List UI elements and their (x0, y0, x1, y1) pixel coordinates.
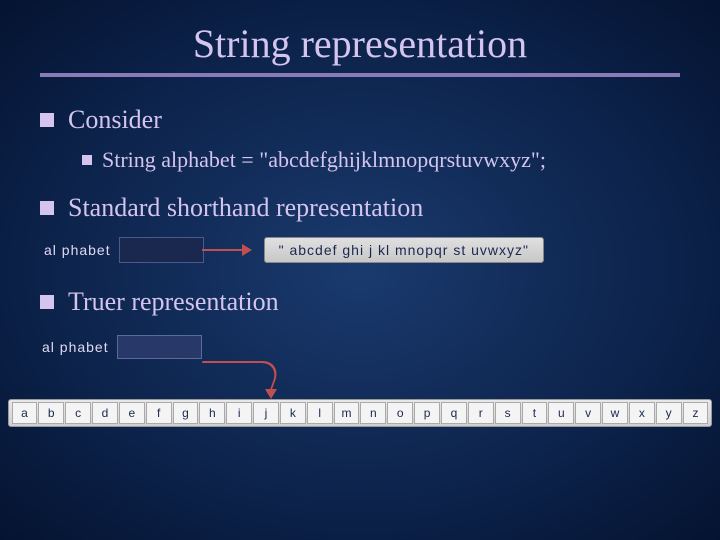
char-cell: j (253, 402, 279, 424)
char-cell: o (387, 402, 413, 424)
arrow-head-icon (265, 389, 277, 399)
char-cell: h (199, 402, 225, 424)
variable-label: al phabet (42, 339, 109, 355)
bullet-text: Standard shorthand representation (68, 193, 423, 223)
char-cell: u (548, 402, 574, 424)
title-underline (40, 73, 680, 77)
truer-diagram: al phabet (40, 335, 680, 397)
char-cell: f (146, 402, 172, 424)
char-cell: e (119, 402, 145, 424)
char-cell: c (65, 402, 91, 424)
char-cell: n (360, 402, 386, 424)
char-cell: w (602, 402, 628, 424)
bullet-truer: Truer representation (40, 287, 680, 317)
slide-title-area: String representation (0, 0, 720, 85)
bullet-text: Truer representation (68, 287, 279, 317)
char-cell: d (92, 402, 118, 424)
bullet-text: Consider (68, 105, 162, 135)
square-bullet-icon (40, 113, 54, 127)
slide-title: String representation (0, 20, 720, 67)
shorthand-diagram: al phabet " abcdef ghi j kl mnopqr st uv… (40, 237, 680, 263)
sub-bullet-code: String alphabet = "abcdefghijklmnopqrstu… (82, 147, 680, 173)
char-cell: p (414, 402, 440, 424)
char-cell: a (12, 402, 38, 424)
reference-arrow (197, 361, 680, 397)
variable-row: al phabet (42, 335, 680, 359)
code-text: String alphabet = "abcdefghijklmnopqrstu… (102, 147, 546, 173)
char-cell: g (173, 402, 199, 424)
char-cell: r (468, 402, 494, 424)
char-cell: v (575, 402, 601, 424)
char-cell: s (495, 402, 521, 424)
char-cell: b (38, 402, 64, 424)
char-cell: q (441, 402, 467, 424)
char-cell: t (522, 402, 548, 424)
char-cell: l (307, 402, 333, 424)
bullet-consider: Consider (40, 105, 680, 135)
square-bullet-small-icon (82, 155, 92, 165)
variable-label: al phabet (44, 242, 111, 258)
square-bullet-icon (40, 201, 54, 215)
char-cell: y (656, 402, 682, 424)
pointer-arrow-icon (242, 244, 252, 256)
square-bullet-icon (40, 295, 54, 309)
char-cell: k (280, 402, 306, 424)
bullet-standard: Standard shorthand representation (40, 193, 680, 223)
arrow-curve-icon (192, 361, 283, 391)
char-array-box: abcdefghijklmnopqrstuvwxyz (8, 399, 712, 427)
char-cell: i (226, 402, 252, 424)
char-cell: m (334, 402, 360, 424)
pointer-line-icon (202, 249, 242, 251)
char-cell: z (683, 402, 709, 424)
variable-box (119, 237, 204, 263)
slide-content: Consider String alphabet = "abcdefghijkl… (0, 85, 720, 397)
string-literal-box: " abcdef ghi j kl mnopqr st uvwxyz" (264, 237, 544, 263)
char-cell: x (629, 402, 655, 424)
variable-box (117, 335, 202, 359)
